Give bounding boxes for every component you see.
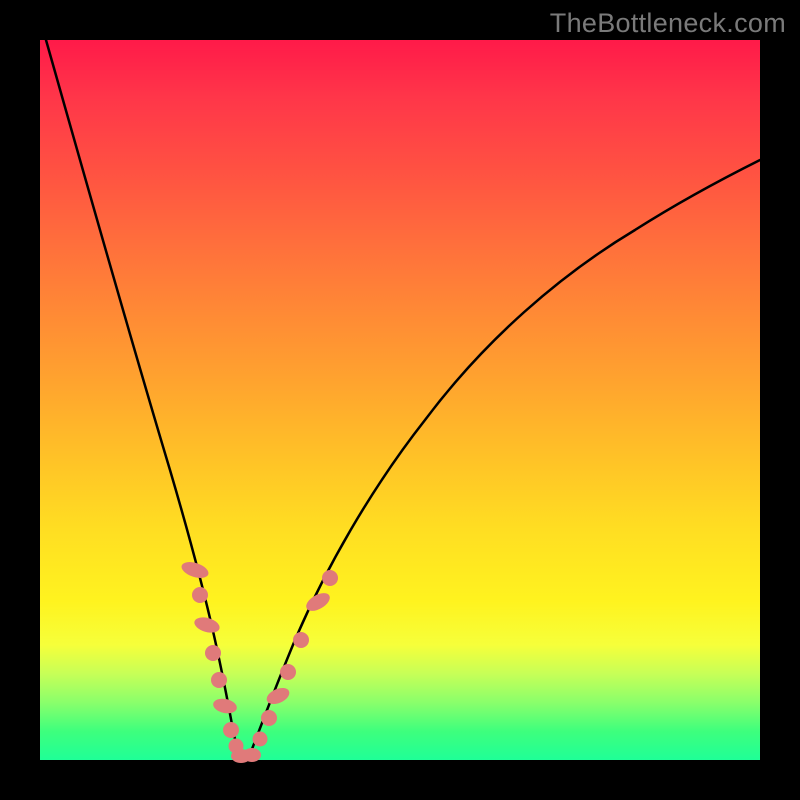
bead (280, 664, 296, 680)
bead (211, 672, 227, 688)
bead (205, 645, 221, 661)
bead (253, 732, 268, 747)
bead (192, 587, 208, 603)
curve-right-branch (249, 160, 760, 757)
bottleneck-curve (46, 40, 760, 759)
bead (212, 697, 238, 716)
bead (243, 748, 261, 762)
chart-frame: TheBottleneck.com (0, 0, 800, 800)
bead (223, 722, 239, 738)
curve-svg (40, 40, 760, 760)
plot-area (40, 40, 760, 760)
bead (193, 615, 222, 636)
bead (261, 710, 277, 726)
watermark-text: TheBottleneck.com (550, 8, 786, 39)
curve-beads (180, 559, 338, 763)
bead (293, 632, 309, 648)
bead (322, 570, 338, 586)
